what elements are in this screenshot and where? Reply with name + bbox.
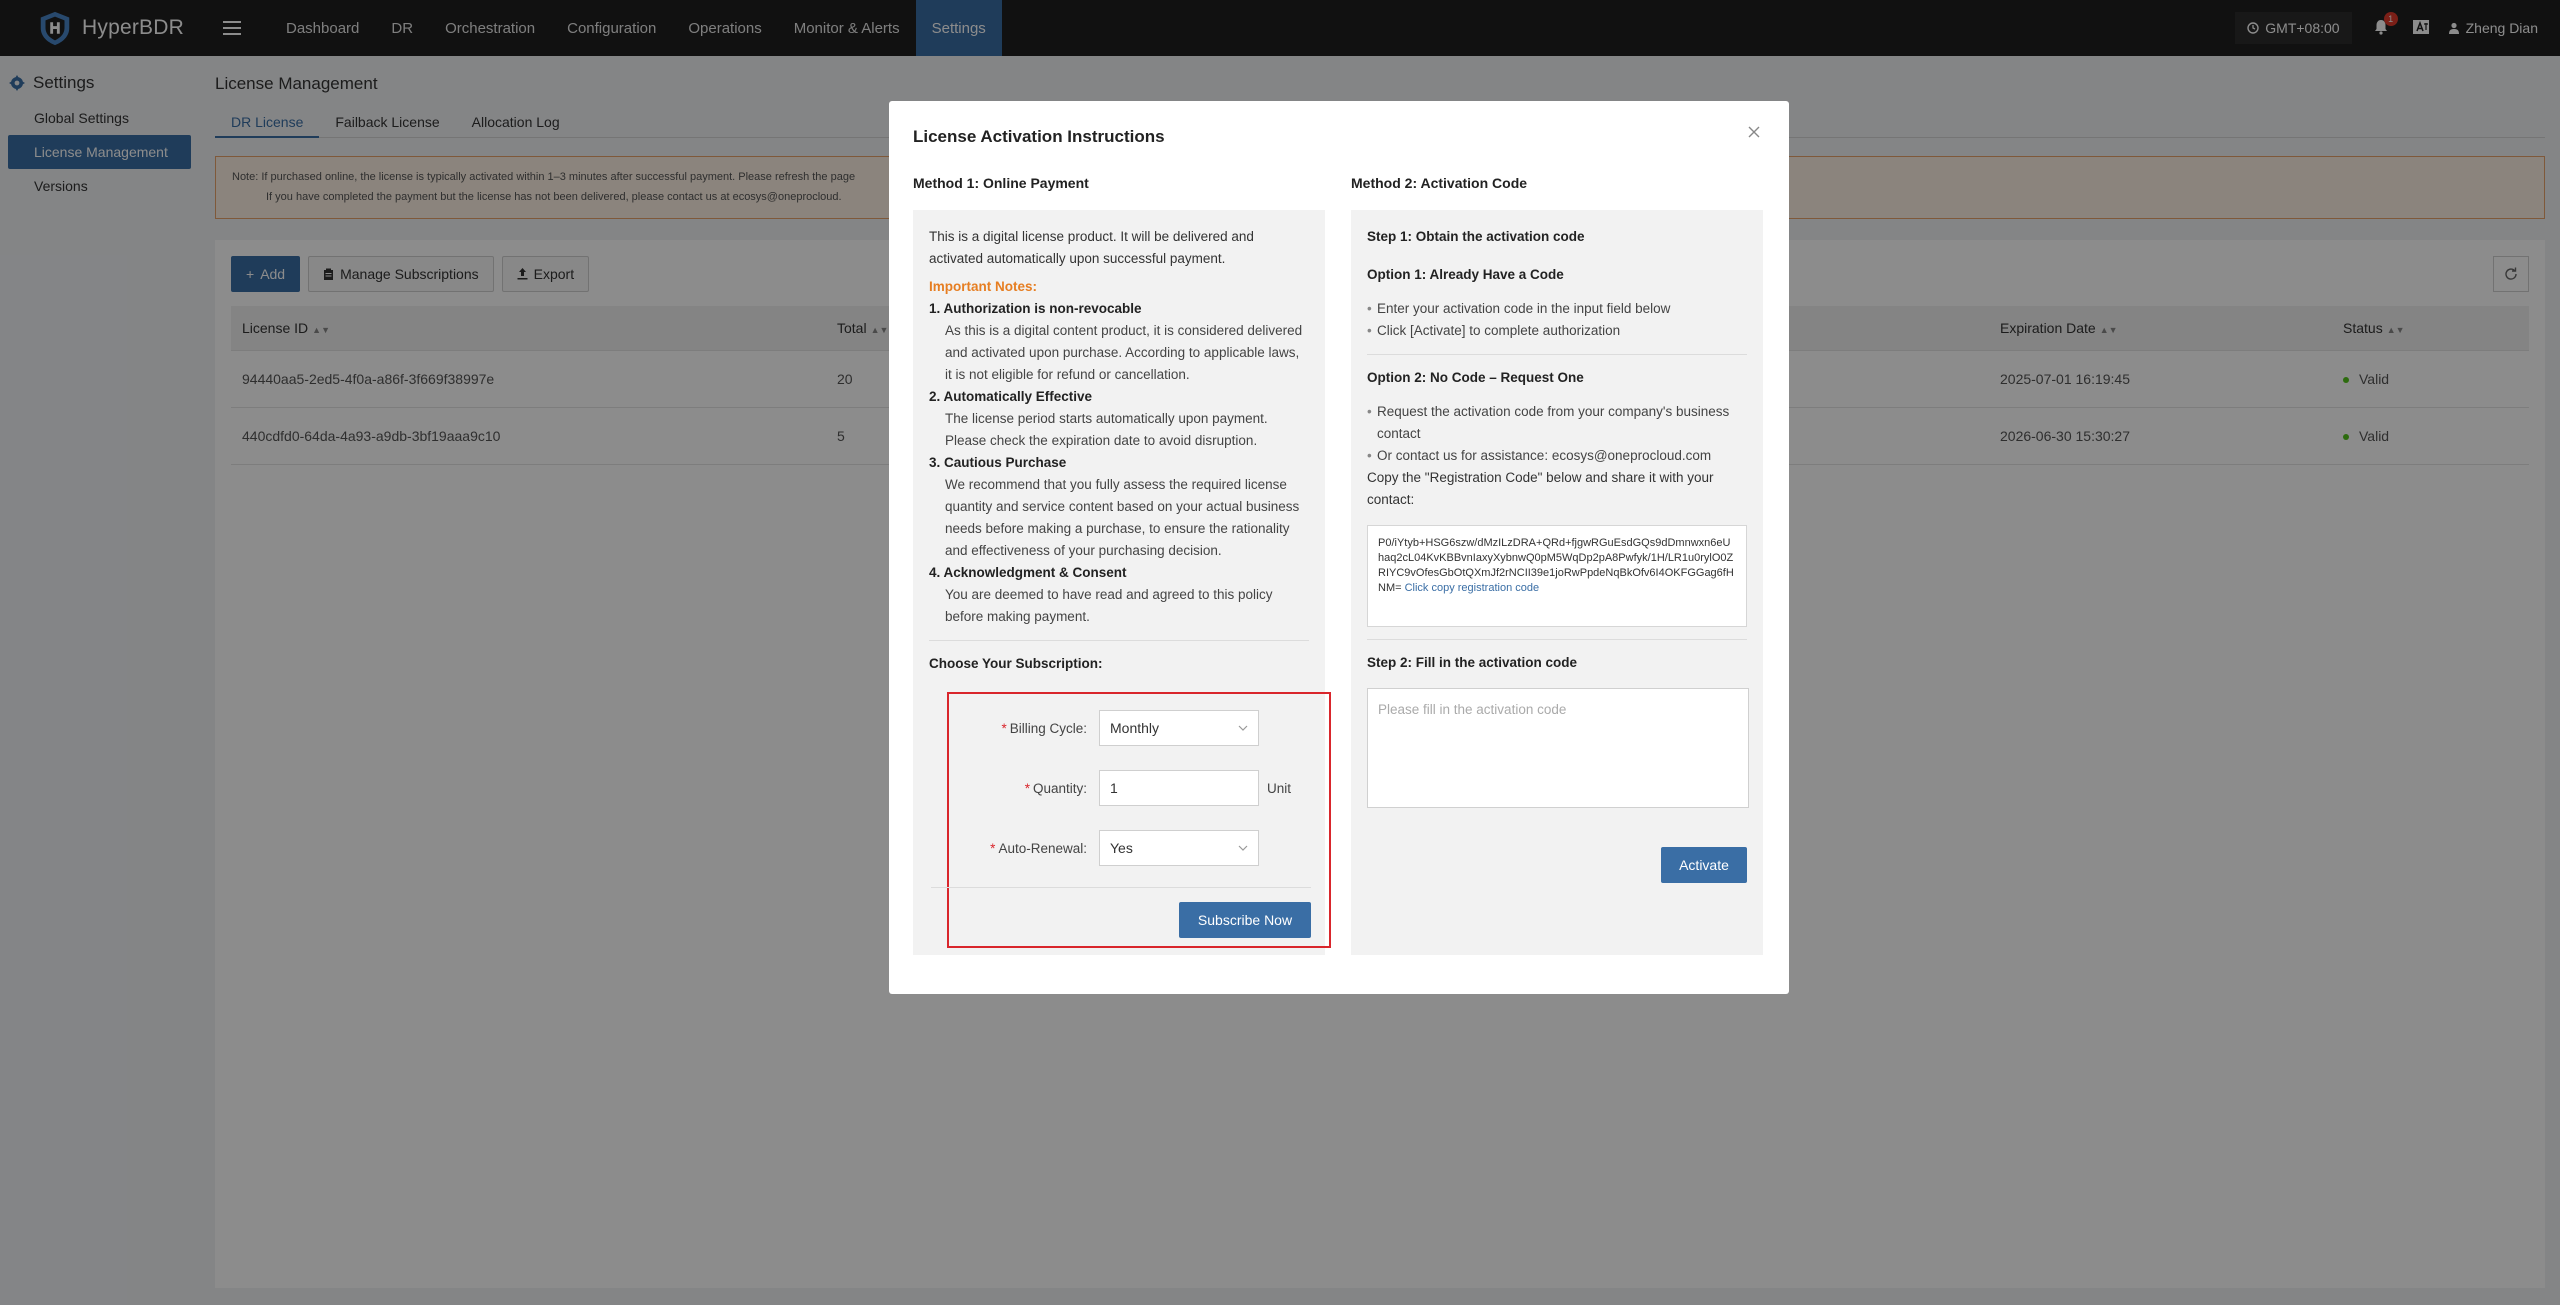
billing-cycle-label-text: Billing Cycle:	[1009, 720, 1087, 736]
auto-renewal-label-text: Auto-Renewal:	[998, 840, 1087, 856]
option2-bullet-1: Request the activation code from your co…	[1377, 404, 1730, 441]
option2-list: • Request the activation code from your c…	[1367, 401, 1747, 467]
note-1-title: 1. Authorization is non-revocable	[929, 301, 1142, 316]
option2-bullet-2: Or contact us for assistance: ecosys@one…	[1377, 448, 1712, 463]
quantity-row: * Quantity: 1 Unit	[949, 770, 1291, 806]
chevron-down-icon	[1238, 845, 1248, 851]
chevron-down-icon	[1238, 725, 1248, 731]
copy-registration-code-link[interactable]: Click copy registration code	[1405, 582, 1540, 594]
bullet-icon: •	[1367, 301, 1372, 316]
note-4-body: You are deemed to have read and agreed t…	[945, 587, 1273, 624]
activate-button[interactable]: Activate	[1661, 847, 1747, 883]
billing-cycle-value: Monthly	[1110, 720, 1160, 736]
note-2-title: 2. Automatically Effective	[929, 389, 1093, 404]
quantity-unit: Unit	[1267, 780, 1292, 796]
method1-heading: Method 1: Online Payment	[913, 175, 1089, 191]
close-button[interactable]	[1743, 121, 1765, 143]
divider	[1367, 354, 1747, 355]
note-3-title: 3. Cautious Purchase	[929, 455, 1067, 470]
required-mark: *	[1024, 780, 1030, 796]
option1-bullet-2: Click [Activate] to complete authorizati…	[1377, 323, 1621, 338]
registration-code-box[interactable]: P0/iYtyb+HSG6szw/dMzILzDRA+QRd+fjgwRGuEs…	[1367, 525, 1747, 627]
option1-title: Option 1: Already Have a Code	[1367, 267, 1564, 282]
bullet-icon: •	[1367, 404, 1372, 419]
choose-subscription-label: Choose Your Subscription:	[929, 656, 1103, 671]
divider	[931, 887, 1311, 888]
quantity-input[interactable]: 1	[1099, 770, 1259, 806]
note-1-body: As this is a digital content product, it…	[945, 323, 1303, 382]
bullet-icon: •	[1367, 448, 1372, 463]
important-notes-label: Important Notes:	[929, 279, 1037, 294]
license-activation-modal: License Activation Instructions Method 1…	[889, 101, 1789, 994]
quantity-label-text: Quantity:	[1032, 780, 1087, 796]
list-item: • Or contact us for assistance: ecosys@on…	[1367, 445, 1747, 467]
modal-title: License Activation Instructions	[913, 127, 1165, 146]
required-mark: *	[990, 840, 996, 856]
list-item: • Click [Activate] to complete authorizat…	[1367, 320, 1747, 342]
activation-code-input[interactable]: Please fill in the activation code	[1367, 688, 1749, 808]
note-2-body: The license period starts automatically …	[945, 411, 1268, 448]
quantity-label: * Quantity:	[949, 781, 1099, 796]
auto-renewal-label: * Auto-Renewal:	[949, 841, 1099, 856]
copy-instruction: Copy the "Registration Code" below and s…	[1367, 470, 1714, 507]
activation-code-panel: Step 1: Obtain the activation code Optio…	[1351, 210, 1763, 955]
close-icon	[1748, 126, 1760, 138]
auto-renewal-value: Yes	[1110, 840, 1133, 856]
list-item: • Enter your activation code in the input…	[1367, 298, 1747, 320]
option2-title: Option 2: No Code – Request One	[1367, 370, 1584, 385]
subscription-form: * Billing Cycle: Monthly * Quantity: 1 Uni…	[931, 692, 1331, 948]
method2-heading: Method 2: Activation Code	[1351, 175, 1528, 191]
divider	[1367, 639, 1747, 640]
auto-renewal-row: * Auto-Renewal: Yes	[949, 830, 1259, 866]
note-3-body: We recommend that you fully assess the r…	[945, 477, 1300, 558]
option1-list: • Enter your activation code in the input…	[1367, 298, 1747, 342]
billing-cycle-row: * Billing Cycle: Monthly	[949, 710, 1259, 746]
payment-intro: This is a digital license product. It wi…	[929, 229, 1254, 266]
required-mark: *	[1001, 720, 1007, 736]
bullet-icon: •	[1367, 323, 1372, 338]
list-item: • Request the activation code from your c…	[1367, 401, 1747, 445]
auto-renewal-select[interactable]: Yes	[1099, 830, 1259, 866]
step2-title: Step 2: Fill in the activation code	[1367, 655, 1578, 670]
billing-cycle-label: * Billing Cycle:	[949, 721, 1099, 736]
billing-cycle-select[interactable]: Monthly	[1099, 710, 1259, 746]
step1-title: Step 1: Obtain the activation code	[1367, 229, 1585, 244]
option1-bullet-1: Enter your activation code in the input …	[1377, 301, 1671, 316]
note-4-title: 4. Acknowledgment & Consent	[929, 565, 1127, 580]
divider	[929, 640, 1309, 641]
subscribe-now-button[interactable]: Subscribe Now	[1179, 902, 1311, 938]
